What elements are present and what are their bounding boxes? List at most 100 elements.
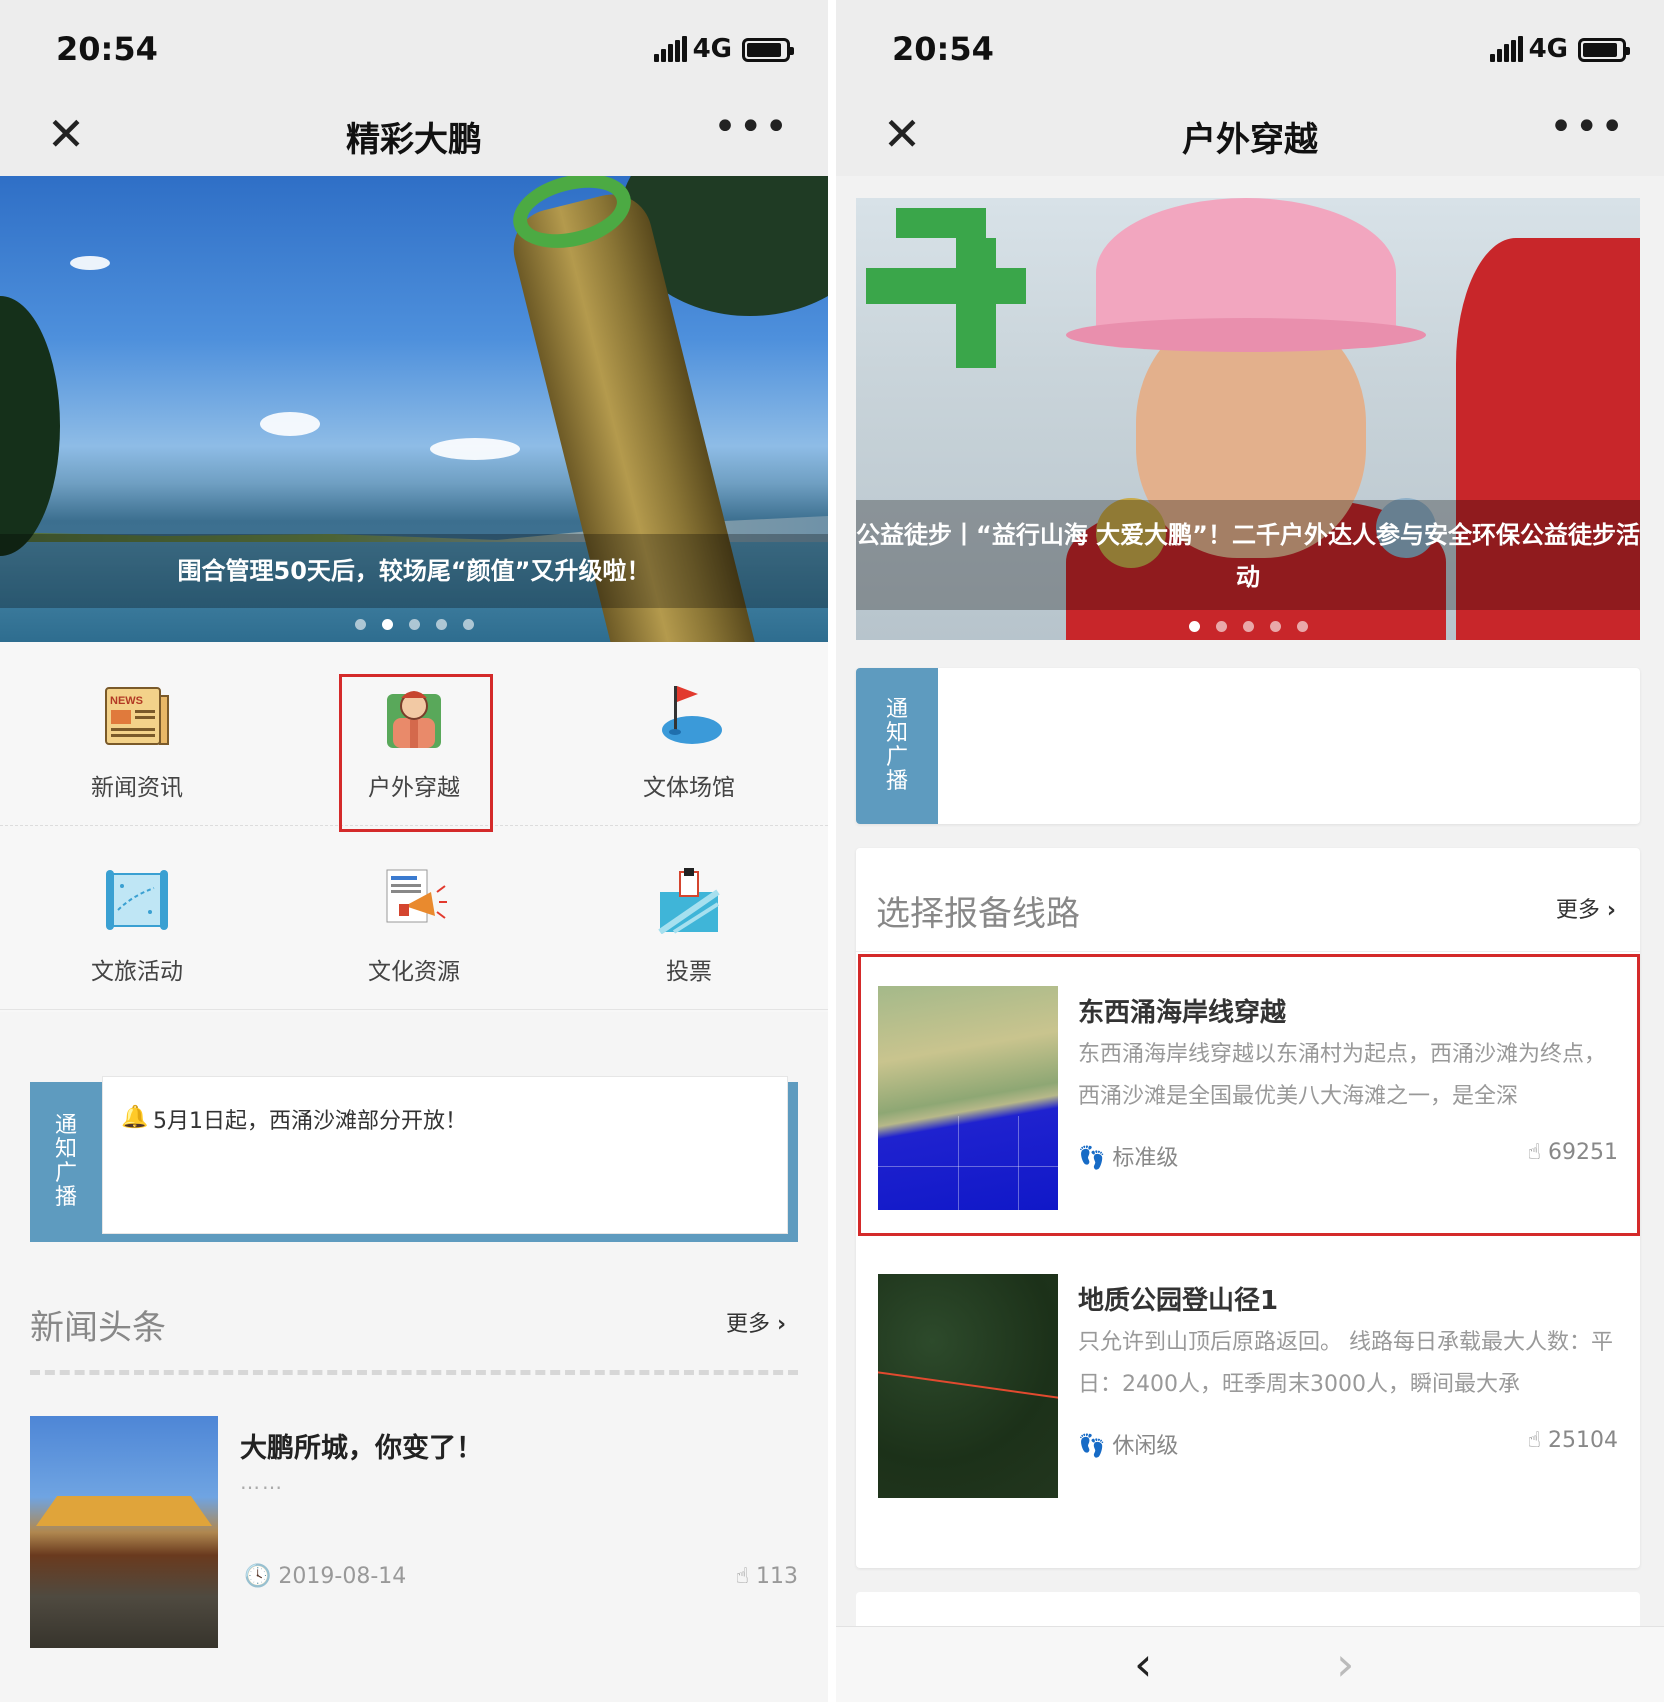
notice-broadcast[interactable]: 通 知 广 播 🔔 5月1日起，西涌沙滩部分开放！ (30, 1076, 798, 1242)
trail-line (878, 1371, 1058, 1437)
news-summary: …… (240, 1470, 284, 1494)
route-map-thumbnail (878, 1274, 1058, 1498)
notice-tag-char: 通 (885, 697, 908, 722)
cloud (260, 412, 320, 436)
highlight-box (339, 674, 493, 832)
route-item[interactable]: 地质公园登山径1 只允许到山顶后原路返回。 线路每日承载最大人数：平日：2400… (856, 1242, 1640, 1526)
carousel-dot[interactable] (1296, 621, 1308, 632)
clock-icon: 🕓 (244, 1564, 272, 1589)
grid-label: 投票 (666, 959, 712, 985)
map-scroll-icon (102, 866, 172, 934)
route-level: 👣 休闲级 (1078, 1428, 1178, 1460)
page-title: 户外穿越 (1182, 120, 1318, 160)
notice-tag-char: 广 (885, 745, 908, 770)
status-bar: 20:54 4G (836, 0, 1664, 96)
network-type: 4G (692, 34, 732, 64)
notice-broadcast[interactable]: 通 知 广 播 (856, 668, 1640, 824)
notice-body: 🔔 5月1日起，西涌沙滩部分开放！ (102, 1076, 788, 1234)
screen-divider (828, 0, 836, 1702)
more-icon[interactable]: ••• (713, 104, 790, 150)
backdrop-letter (896, 208, 986, 238)
chevron-left-icon[interactable]: ‹ (1134, 1637, 1152, 1691)
date-text: 2019-08-14 (278, 1564, 407, 1589)
gate-roof (36, 1496, 212, 1526)
signal-icon (1490, 36, 1524, 62)
carousel-dot[interactable] (408, 619, 420, 630)
carousel-dot[interactable] (435, 619, 447, 630)
grid-item-news[interactable]: NEWS 新闻资讯 (62, 682, 212, 802)
carousel-dot[interactable] (1269, 621, 1281, 632)
more-link[interactable]: 更多 › (1556, 892, 1616, 924)
views-count: 113 (756, 1564, 798, 1589)
notice-tag-char: 知 (885, 721, 908, 746)
signal-icon (654, 36, 688, 62)
status-time: 20:54 (56, 30, 158, 68)
grid-item-culture[interactable]: 文化资源 (339, 866, 489, 986)
notice-tag-char: 广 (54, 1161, 77, 1186)
route-title: 地质公园登山径1 (1078, 1286, 1279, 1316)
chevron-right-icon: › (777, 1312, 787, 1337)
grid-item-vote[interactable]: 投票 (614, 866, 764, 986)
section-divider (30, 1370, 798, 1375)
svg-text:NEWS: NEWS (110, 695, 143, 707)
tap-icon: ☝ (1527, 1428, 1541, 1453)
news-thumbnail (30, 1416, 218, 1648)
route-description: 只允许到山顶后原路返回。 线路每日承载最大人数：平日：2400人，旺季周末300… (1078, 1330, 1613, 1397)
banner-carousel[interactable]: 公益徒步丨“益行山海 大爱大鹏”！二千户外达人参与安全环保公益徒步活动 (856, 198, 1640, 640)
notice-tag: 通 知 广 播 (30, 1082, 102, 1242)
section-title: 新闻头条 (30, 1308, 166, 1348)
news-title: 大鹏所城，你变了！ (240, 1433, 483, 1464)
battery-icon (742, 38, 794, 62)
carousel-dot[interactable] (381, 619, 393, 630)
grid-label: 文体场馆 (643, 775, 735, 801)
grid-item-activities[interactable]: 文旅活动 (62, 866, 212, 986)
footprint-icon: 👣 (1078, 1434, 1106, 1459)
page-title: 精彩大鹏 (346, 120, 482, 160)
feature-grid: NEWS 新闻资讯 户外穿越 文体场馆 文旅活动 文化资源 投票 (0, 642, 828, 1012)
news-views: ☝ 113 (736, 1564, 798, 1589)
megaphone-icon (379, 866, 449, 934)
banner-caption: 围合管理50天后，较场尾“颜值”又升级啦！ (0, 534, 828, 608)
notice-tag-char: 播 (885, 769, 908, 794)
grid-label: 新闻资讯 (91, 775, 183, 801)
backdrop-letter (866, 268, 1026, 304)
golf-flag-icon (654, 682, 724, 750)
ballot-box-icon (654, 866, 724, 935)
carousel-dot[interactable] (1215, 621, 1227, 632)
carousel-dot[interactable] (462, 619, 474, 630)
grid-row: 文旅活动 文化资源 投票 (0, 826, 828, 1010)
carousel-dot[interactable] (1242, 621, 1254, 632)
grid-label: 文化资源 (368, 959, 460, 985)
carousel-dot[interactable] (354, 619, 366, 630)
notice-text[interactable]: 5月1日起，西涌沙滩部分开放！ (153, 1103, 467, 1135)
network-type: 4G (1528, 34, 1568, 64)
chevron-right-icon: › (1606, 898, 1616, 923)
tap-icon: ☝ (735, 1564, 749, 1589)
highlight-box (858, 954, 1640, 1236)
cap-brim (1066, 318, 1426, 352)
more-link[interactable]: 更多 › (726, 1306, 786, 1338)
news-icon: NEWS (102, 682, 172, 750)
battery-icon (1578, 38, 1630, 62)
status-time: 20:54 (892, 30, 994, 68)
grid-label: 文旅活动 (91, 959, 183, 985)
carousel-dots (856, 621, 1640, 632)
news-date: 🕓 2019-08-14 (244, 1564, 406, 1589)
nav-bar: ✕ 精彩大鹏 ••• (0, 96, 828, 176)
notice-tag-char: 通 (54, 1113, 77, 1138)
grid-item-venues[interactable]: 文体场馆 (614, 682, 764, 802)
carousel-dot[interactable] (1188, 621, 1200, 632)
routes-card: 选择报备线路 更多 › 东西涌海岸线穿越 东西涌海岸线穿越以东涌村为起点，西涌沙… (856, 848, 1640, 1568)
routes-header: 选择报备线路 更多 › (856, 848, 1640, 952)
section-title: 选择报备线路 (876, 894, 1080, 934)
more-label: 更多 (726, 1312, 771, 1337)
news-item[interactable]: 大鹏所城，你变了！ …… 🕓 2019-08-14 ☝ 113 (30, 1416, 798, 1648)
cloud (430, 438, 520, 460)
cloud (70, 256, 110, 270)
more-icon[interactable]: ••• (1549, 104, 1626, 150)
banner-carousel[interactable]: 围合管理50天后，较场尾“颜值”又升级啦！ (0, 176, 828, 642)
palm-leaves (0, 296, 60, 556)
nav-bar: ✕ 户外穿越 ••• (836, 96, 1664, 176)
route-count: ☝ 25104 (1528, 1428, 1618, 1453)
chevron-right-icon[interactable]: › (1336, 1637, 1354, 1691)
